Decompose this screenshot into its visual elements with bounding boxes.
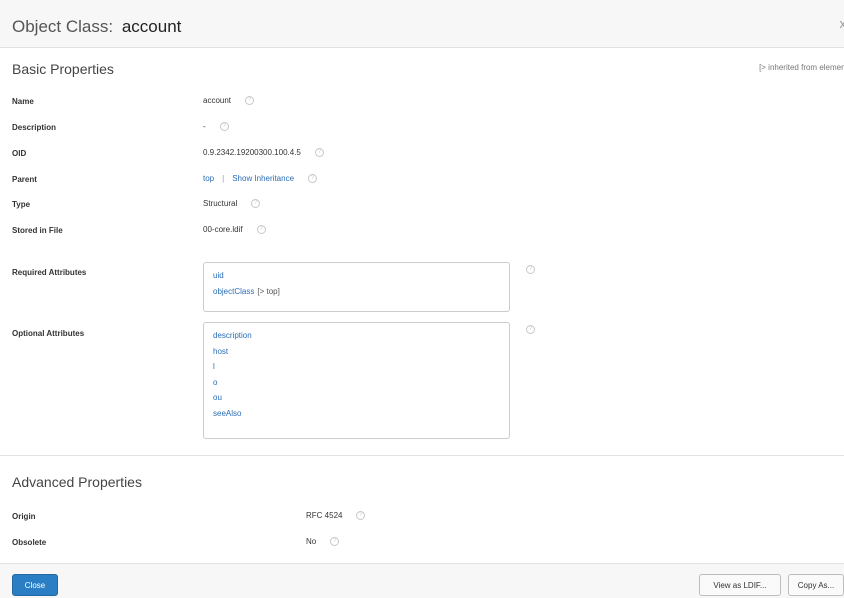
type-row-value: Structural ? [203,199,261,208]
name-value: account [203,96,232,105]
stored-in-file-value: 00-core.ldif [203,225,243,234]
help-circle-icon[interactable]: ? [330,537,340,546]
required-attributes-box: uid objectClass [> top] [203,262,510,312]
parent-separator: | [222,174,225,183]
origin-value: RFC 4524 [306,511,343,520]
help-circle-icon[interactable]: ? [219,122,229,131]
help-circle-icon[interactable]: ? [314,148,324,157]
help-circle-icon[interactable]: ? [526,325,535,334]
optional-attributes-box: description host l o ou seeAlso [203,322,510,439]
obsolete-row-value: No ? [306,537,340,546]
dialog-footer: Close View as LDIF... Copy As... [0,563,844,598]
optional-attribute[interactable]: host [213,344,500,360]
close-button[interactable]: Close [12,574,58,596]
advanced-properties-title: Advanced Properties [12,474,142,490]
dialog-header: Object Class: account x [0,0,844,48]
optional-attribute[interactable]: l [213,359,500,375]
obsolete-label: Obsolete [12,538,47,547]
optional-attributes-label: Optional Attributes [12,329,85,338]
origin-row-value: RFC 4524 ? [306,511,366,520]
help-circle-icon[interactable]: ? [251,199,261,208]
help-circle-icon[interactable]: ? [356,511,366,520]
obsolete-value: No [306,537,317,546]
description-row-value: - ? [203,122,229,131]
copy-as-button[interactable]: Copy As... [788,574,844,596]
help-circle-icon[interactable]: ? [245,96,255,105]
title-prefix: Object Class: [12,17,114,36]
oid-value: 0.9.2342.19200300.100.4.5 [203,148,301,157]
parent-row-value: top | Show Inheritance ? [203,174,318,183]
optional-attribute[interactable]: ou [213,390,500,406]
help-circle-icon[interactable]: ? [526,265,535,274]
show-inheritance-link[interactable]: Show Inheritance [232,174,294,183]
origin-label: Origin [12,512,36,521]
attribute-link[interactable]: objectClass [213,287,254,296]
parent-link[interactable]: top [203,174,214,183]
stored-in-file-label: Stored in File [12,226,63,235]
object-class-name: account [121,17,182,36]
description-label: Description [12,123,57,132]
required-attribute[interactable]: uid [213,268,500,284]
oid-label: OID [12,149,27,158]
inherited-note: [> inherited from element] [759,63,844,72]
optional-attribute[interactable]: description [213,328,500,344]
name-row-value: account ? [203,96,255,105]
description-value: - [203,122,206,131]
type-label: Type [12,200,31,209]
help-circle-icon[interactable]: ? [256,225,266,234]
help-circle-icon[interactable]: ? [308,174,318,183]
oid-row-value: 0.9.2342.19200300.100.4.5 ? [203,148,324,157]
required-attribute[interactable]: objectClass [> top] [213,284,500,300]
section-divider [0,455,844,456]
parent-label: Parent [12,175,37,184]
stored-in-file-row-value: 00-core.ldif ? [203,225,266,234]
required-attributes-label: Required Attributes [12,268,87,277]
inherited-from: [> top] [257,286,280,296]
view-as-ldif-button[interactable]: View as LDIF... [699,574,781,596]
close-icon[interactable]: x [840,16,844,31]
basic-properties-title: Basic Properties [12,61,114,77]
type-value: Structural [203,199,238,208]
name-label: Name [12,97,34,106]
optional-attribute[interactable]: seeAlso [213,406,500,422]
optional-attribute[interactable]: o [213,375,500,391]
attribute-link[interactable]: uid [213,271,224,280]
dialog-title: Object Class: account [12,17,181,37]
